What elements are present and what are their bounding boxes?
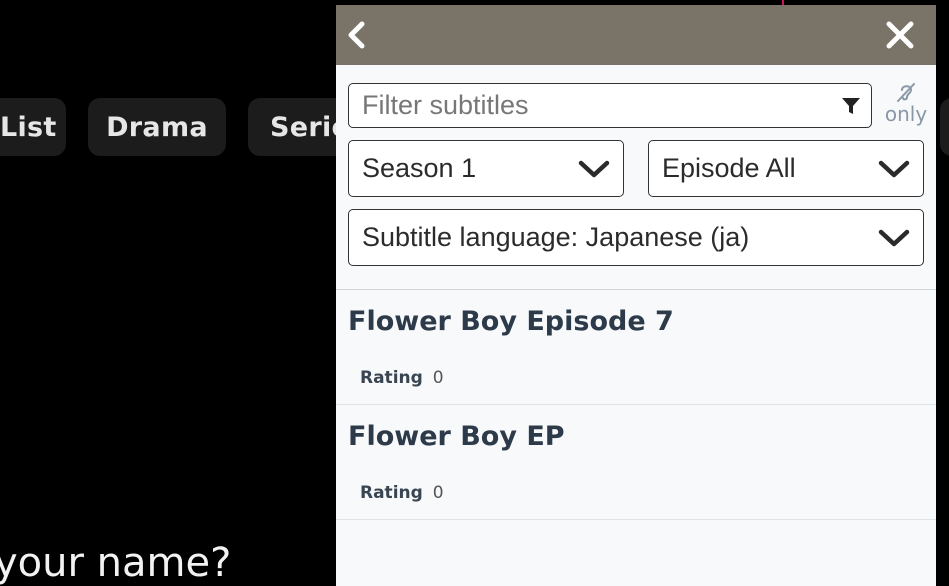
- rating-value: 0: [432, 483, 444, 503]
- rating-label: Rating: [360, 368, 423, 388]
- subtitle-result-item[interactable]: Flower Boy Episode 7 Rating 0: [336, 290, 936, 405]
- episode-selected: Episode All: [662, 153, 796, 183]
- rating-label: Rating: [360, 483, 423, 503]
- filter-icon[interactable]: [841, 96, 861, 116]
- season-select[interactable]: Season 1: [348, 140, 624, 197]
- result-rating: Rating 0: [360, 368, 444, 388]
- result-title: Flower Boy Episode 7: [348, 306, 674, 337]
- background-question-text: your name?: [0, 540, 232, 586]
- chip-label: List: [0, 111, 57, 143]
- chevron-down-icon: [878, 229, 910, 246]
- subtitle-search-input[interactable]: Filter subtitles: [348, 83, 872, 128]
- chip-label: Drama: [106, 111, 208, 143]
- close-icon: [886, 21, 914, 49]
- ear-icon: [897, 83, 915, 102]
- language-selected: Subtitle language: Japanese (ja): [362, 222, 750, 252]
- close-button[interactable]: [880, 15, 920, 55]
- season-selected: Season 1: [362, 153, 477, 183]
- hearing-impaired-label: only: [884, 102, 928, 126]
- category-chip-drama[interactable]: Drama: [88, 98, 226, 156]
- rating-value: 0: [432, 368, 444, 388]
- chevron-down-icon: [878, 160, 910, 177]
- chevron-down-icon: [578, 160, 610, 177]
- result-rating: Rating 0: [360, 483, 444, 503]
- result-title: Flower Boy EP: [348, 421, 565, 452]
- hearing-impaired-only-toggle[interactable]: only: [881, 81, 931, 127]
- category-chip-list[interactable]: List: [0, 98, 66, 156]
- panel-header: [336, 5, 936, 65]
- category-chip-next[interactable]: [940, 98, 949, 156]
- subtitle-panel: Filter subtitles only Season 1 Episode A…: [336, 5, 936, 586]
- subtitle-result-item[interactable]: Flower Boy EP Rating 0: [336, 405, 936, 520]
- filter-section: Filter subtitles only Season 1 Episode A…: [336, 65, 936, 290]
- back-button[interactable]: [338, 15, 378, 55]
- search-placeholder: Filter subtitles: [362, 90, 529, 120]
- subtitle-language-select[interactable]: Subtitle language: Japanese (ja): [348, 209, 924, 266]
- episode-select[interactable]: Episode All: [648, 140, 924, 197]
- subtitle-results-list: Flower Boy Episode 7 Rating 0 Flower Boy …: [336, 290, 936, 520]
- chevron-left-icon: [348, 21, 365, 49]
